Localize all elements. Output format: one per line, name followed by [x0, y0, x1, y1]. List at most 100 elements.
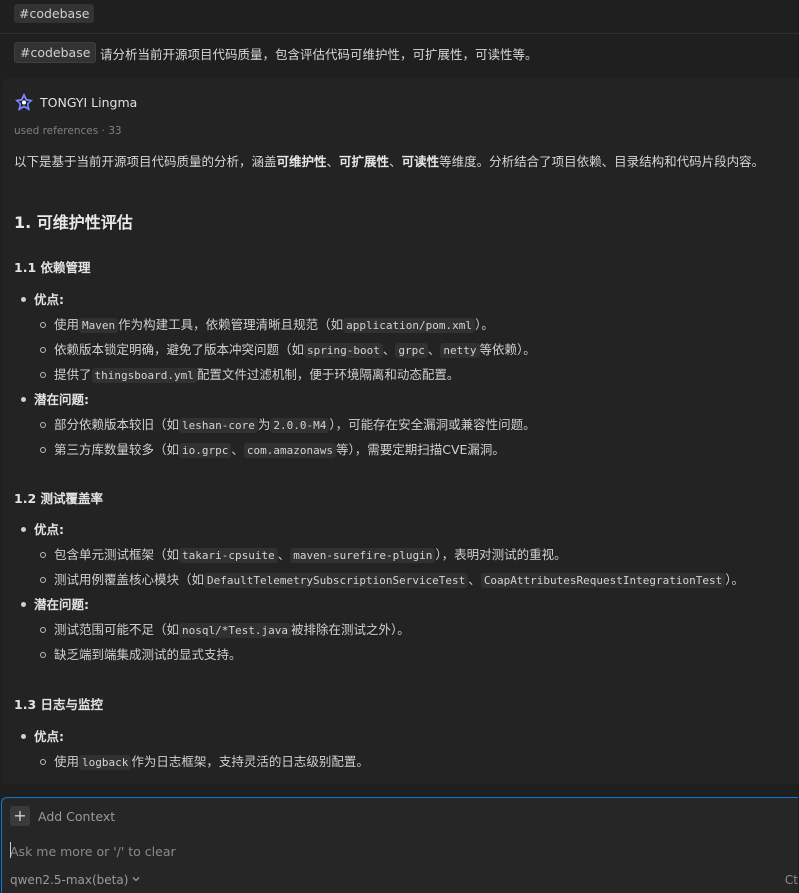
cons-label: 潜在问题:: [14, 595, 744, 620]
item-text: ），表明对测试的重视。: [435, 547, 567, 562]
item-text: 配置文件过滤机制，便于环境隔离和动态配置。: [196, 367, 460, 382]
pros-label: 优点:: [14, 520, 744, 545]
inline-code: DefaultTelemetrySubscriptionServiceTest: [204, 573, 469, 588]
list-item: 测试用例覆盖核心模块（如 DefaultTelemetrySubscription…: [14, 570, 744, 595]
inline-code: io.grpc: [179, 443, 232, 458]
section-heading: 1. 可维护性评估: [14, 213, 133, 232]
item-text: 、: [231, 442, 244, 457]
send-shortcut-hint: Ct: [784, 873, 798, 887]
chat-input-panel: + Add Context qwen2.5-max(beta) Ct: [1, 797, 798, 893]
user-query: #codebase 请分析当前开源项目代码质量，包含评估代码可维护性，可扩展性，…: [0, 33, 799, 70]
intro-text: 、: [326, 154, 340, 169]
item-text: 使用: [54, 317, 80, 332]
inline-code: takari-cpsuite: [179, 548, 278, 563]
inline-code: netty: [440, 343, 480, 358]
inline-code: logback: [79, 755, 132, 770]
list-item: 优点: 包含单元测试框架（如 takari-cpsuite、 maven-suref…: [14, 520, 744, 595]
inline-code: spring-boot: [304, 343, 383, 358]
intro-paragraph: 以下是基于当前开源项目代码质量的分析，涵盖可维护性、可扩展性、可读性等维度。分析…: [14, 152, 799, 172]
list-item: 优点: 使用 Maven 作为构建工具，依赖管理清晰且规范（如 application…: [14, 290, 536, 390]
cons-list: 部分依赖版本较旧（如 leshan-core 为 2.0.0-M4 ），可能存在安全漏洞…: [14, 415, 536, 465]
intro-bold: 可读性: [401, 154, 440, 169]
item-text: 被排除在测试之外）。: [290, 622, 410, 637]
inline-code: Maven: [79, 318, 119, 333]
assistant-answer: TONGYI Lingma used references · 33 以下是基于…: [2, 78, 799, 784]
chat-input[interactable]: [10, 841, 770, 861]
item-text: 包含单元测试框架（如: [54, 547, 180, 562]
assistant-header: TONGYI Lingma: [14, 92, 137, 112]
item-text: 、: [277, 547, 291, 562]
assistant-name: TONGYI Lingma: [40, 94, 138, 110]
list-item: 潜在问题: 部分依赖版本较旧（如 leshan-core 为 2.0.0-M4 ），可能…: [14, 390, 536, 465]
subsection-heading: 1.3 日志与监控: [14, 697, 103, 712]
inline-code: thingsboard.yml: [91, 368, 197, 383]
inline-code: grpc: [395, 343, 428, 358]
inline-code: 2.0.0-M4: [270, 418, 330, 433]
item-text: 等），需要定期扫描CVE漏洞。: [335, 442, 505, 457]
item-text: 缺乏端到端集成测试的显式支持。: [54, 647, 242, 662]
chevron-down-icon[interactable]: [131, 873, 141, 887]
list-item: 使用 Maven 作为构建工具，依赖管理清晰且规范（如 application/pom…: [14, 315, 536, 340]
list-item: 测试范围可能不足（如 nosql/*Test.java 被排除在测试之外）。: [14, 620, 744, 645]
logging-list: 优点: 使用 logback 作为日志框架，支持灵活的日志级别配置。: [14, 727, 369, 777]
query-text: 请分析当前开源项目代码质量，包含评估代码可维护性，可扩展性，可读性等。: [100, 47, 538, 62]
pros-label: 优点:: [14, 290, 536, 315]
testing-list: 优点: 包含单元测试框架（如 takari-cpsuite、 maven-suref…: [14, 520, 744, 670]
item-text: 等依赖）。: [479, 342, 536, 357]
list-item: 使用 logback 作为日志框架，支持灵活的日志级别配置。: [14, 752, 369, 777]
pros-label: 优点:: [14, 727, 369, 752]
intro-bold: 可扩展性: [339, 154, 390, 169]
item-text: 提供了: [54, 367, 92, 382]
item-text: ）。: [725, 572, 744, 587]
item-text: 测试用例覆盖核心模块（如: [54, 572, 205, 587]
subsection-heading: 1.1 依赖管理: [14, 260, 91, 275]
item-text: 第三方库数量较多（如: [54, 442, 180, 457]
item-text: 依赖版本锁定明确，避免了版本冲突问题（如: [54, 342, 305, 357]
intro-text: 以下是基于当前开源项目代码质量的分析，涵盖: [14, 154, 277, 169]
used-references[interactable]: used references · 33: [14, 125, 122, 137]
item-text: 作为日志框架，支持灵活的日志级别配置。: [131, 754, 369, 769]
pros-list: 使用 Maven 作为构建工具，依赖管理清晰且规范（如 application/pom…: [14, 315, 536, 390]
add-context-button[interactable]: + Add Context: [10, 806, 115, 826]
context-tag[interactable]: #codebase: [14, 4, 95, 23]
item-text: 为: [257, 417, 271, 432]
item-text: 、: [468, 572, 481, 587]
item-text: ）。: [475, 317, 494, 332]
inline-code: CoapAttributesRequestIntegrationTest: [480, 573, 726, 588]
list-item: 第三方库数量较多（如 io.grpc、 com.amazonaws 等），需要定期扫描…: [14, 440, 536, 465]
list-item: 包含单元测试框架（如 takari-cpsuite、 maven-surefire-…: [14, 545, 744, 570]
subsection-heading: 1.2 测试覆盖率: [14, 491, 103, 506]
dependency-list: 优点: 使用 Maven 作为构建工具，依赖管理清晰且规范（如 application…: [14, 290, 536, 465]
model-selector[interactable]: qwen2.5-max(beta): [10, 873, 141, 887]
list-item: 提供了 thingsboard.yml 配置文件过滤机制，便于环境隔离和动态配置。: [14, 365, 536, 390]
cons-label: 潜在问题:: [14, 390, 536, 415]
add-context-label[interactable]: Add Context: [38, 809, 115, 824]
item-text: 作为构建工具，依赖管理清晰且规范（如: [118, 317, 344, 332]
list-item: 依赖版本锁定明确，避免了版本冲突问题（如 spring-boot、 grpc、 net…: [14, 340, 536, 365]
item-text: 测试范围可能不足（如: [54, 622, 180, 637]
list-item: 优点: 使用 logback 作为日志框架，支持灵活的日志级别配置。: [14, 727, 369, 777]
inline-code: nosql/*Test.java: [179, 623, 291, 638]
tongyi-logo-icon: [14, 92, 34, 112]
inline-code: application/pom.xml: [343, 318, 475, 333]
inline-code: leshan-core: [179, 418, 258, 433]
intro-text: 、: [389, 154, 402, 169]
context-tag-row: #codebase: [14, 4, 95, 23]
intro-text: 等维度。分析结合了项目依赖、目录结构和代码片段内容。: [439, 154, 765, 169]
text-cursor: [10, 842, 11, 858]
item-text: 使用: [54, 754, 80, 769]
list-item: 潜在问题: 测试范围可能不足（如 nosql/*Test.java 被排除在测试之外…: [14, 595, 744, 670]
model-name[interactable]: qwen2.5-max(beta): [10, 873, 128, 887]
inline-code: com.amazonaws: [243, 443, 336, 458]
answer-content: 以下是基于当前开源项目代码质量的分析，涵盖可维护性、可扩展性、可读性等维度。分析…: [14, 152, 799, 770]
pros-list: 包含单元测试框架（如 takari-cpsuite、 maven-surefire-…: [14, 545, 744, 595]
cons-list: 测试范围可能不足（如 nosql/*Test.java 被排除在测试之外）。 缺乏端…: [14, 620, 744, 670]
query-tag[interactable]: #codebase: [14, 42, 97, 63]
intro-bold: 可维护性: [276, 154, 327, 169]
plus-icon[interactable]: +: [10, 806, 30, 826]
pros-list: 使用 logback 作为日志框架，支持灵活的日志级别配置。: [14, 752, 369, 777]
list-item: 缺乏端到端集成测试的显式支持。: [14, 645, 744, 670]
item-text: ），可能存在安全漏洞或兼容性问题。: [329, 417, 536, 432]
item-text: 、: [427, 342, 441, 357]
item-text: 、: [382, 342, 396, 357]
